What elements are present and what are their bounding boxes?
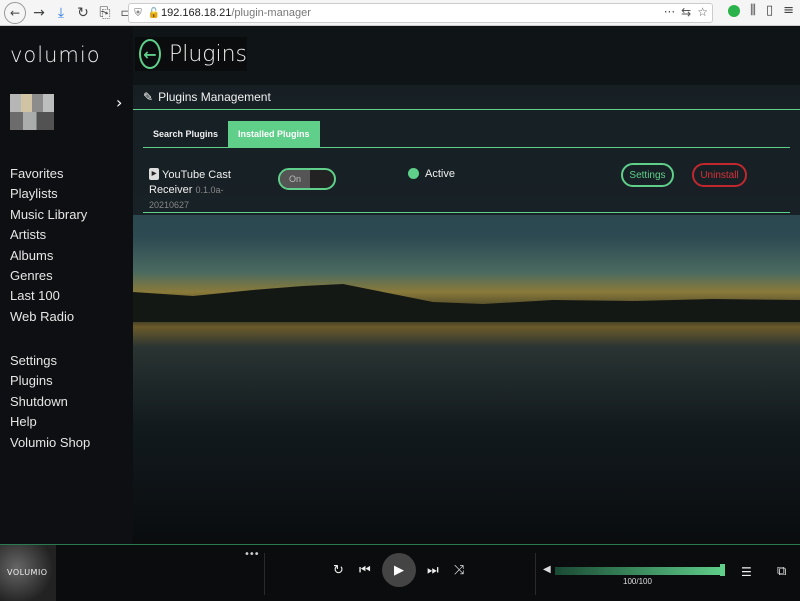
divider [133, 109, 800, 110]
main-content: ← Plugins ✎ Plugins Management Search Pl… [133, 27, 800, 544]
translate-icon[interactable]: ⇆ [681, 5, 691, 19]
sidebar-item-genres[interactable]: Genres [10, 268, 87, 288]
divider [535, 553, 536, 595]
toggle-label: On [280, 170, 310, 188]
back-arrow-icon[interactable]: ← [139, 39, 161, 69]
sidebar-item-volumio-shop[interactable]: Volumio Shop [10, 435, 90, 455]
plug-icon: ✎ [143, 90, 154, 104]
sidebar-item-plugins[interactable]: Plugins [10, 373, 90, 393]
plugin-name-block: YouTube Cast Receiver 0.1.0a-20210627 [149, 168, 259, 213]
volumio-logo[interactable]: volumio [10, 43, 101, 67]
url-path: /plugin-manager [231, 7, 311, 19]
divider [143, 147, 790, 148]
plugins-panel: ✎ Plugins Management Search Plugins Inst… [133, 85, 800, 215]
copy-icon[interactable]: ⧉ [777, 564, 786, 579]
chevron-right-icon[interactable]: › [116, 93, 122, 112]
library-icon[interactable]: ⫼ [750, 3, 756, 18]
address-bar[interactable]: ⛨ 🔓 192.168.18.21/plugin-manager ··· ⇆ ☆ [128, 3, 713, 23]
plugin-enable-toggle[interactable]: On [278, 168, 336, 190]
download-icon[interactable]: ⤓ [50, 2, 72, 24]
queue-icon[interactable]: ☰ [741, 565, 752, 579]
sidebar-toggle-icon[interactable]: ▯ [766, 3, 773, 18]
uninstall-button[interactable]: Uninstall [692, 163, 747, 187]
status-dot-icon [408, 168, 419, 179]
volume-slider-handle[interactable] [720, 564, 725, 576]
more-options-icon[interactable]: ••• [244, 549, 260, 560]
volume-label: 100/100 [623, 577, 652, 586]
tab-search-plugins[interactable]: Search Plugins [143, 121, 228, 147]
forward-icon[interactable]: → [28, 2, 50, 24]
menu-icon[interactable]: ≡ [783, 3, 794, 18]
album-art[interactable]: VOLUMIO [0, 545, 56, 601]
sidebar-item-albums[interactable]: Albums [10, 248, 87, 268]
more-icon[interactable]: ··· [664, 5, 675, 19]
play-button[interactable]: ▶ [382, 553, 416, 587]
sidebar: volumio › Favorites Playlists Music Libr… [0, 27, 133, 544]
settings-button[interactable]: Settings [621, 163, 674, 187]
reload-icon[interactable]: ↻ [72, 2, 94, 24]
shield-icon: ⛨ [134, 7, 142, 19]
sidebar-item-artists[interactable]: Artists [10, 227, 87, 247]
title-box: ← Plugins [135, 37, 247, 71]
sidebar-item-web-radio[interactable]: Web Radio [10, 309, 87, 329]
back-icon[interactable]: ← [4, 1, 26, 24]
volume-icon[interactable]: ◀ [543, 564, 551, 575]
album-logo: VOLUMIO [7, 568, 48, 577]
sidebar-item-music-library[interactable]: Music Library [10, 207, 87, 227]
volume-slider[interactable] [555, 567, 725, 575]
tab-installed-plugins[interactable]: Installed Plugins [228, 121, 320, 147]
sidebar-item-help[interactable]: Help [10, 414, 90, 434]
sidebar-item-last-100[interactable]: Last 100 [10, 288, 87, 308]
player-bar: VOLUMIO ••• ↻ ⏮ ▶ ⏭ ⤨ ◀ 100/100 ☰ ⧉ [0, 544, 800, 601]
status-text: Active [425, 168, 455, 180]
insecure-lock-icon[interactable]: 🔓 [147, 8, 161, 19]
divider [264, 553, 265, 595]
star-icon[interactable]: ☆ [697, 5, 708, 19]
page-title: Plugins [168, 41, 247, 67]
repeat-icon[interactable]: ↻ [333, 563, 344, 578]
sidebar-item-settings[interactable]: Settings [10, 353, 90, 373]
system-menu: Settings Plugins Shutdown Help Volumio S… [10, 353, 90, 455]
panel-heading: ✎ Plugins Management [143, 90, 271, 104]
page-header: ← Plugins [133, 27, 800, 85]
sidebar-item-playlists[interactable]: Playlists [10, 186, 87, 206]
tab-bar: Search Plugins Installed Plugins [143, 121, 320, 147]
previous-icon[interactable]: ⏮ [359, 563, 371, 578]
sidebar-item-shutdown[interactable]: Shutdown [10, 394, 90, 414]
background-landscape [133, 284, 800, 322]
sidebar-item-favorites[interactable]: Favorites [10, 166, 87, 186]
shuffle-icon[interactable]: ⤨ [454, 563, 464, 578]
browser-toolbar: ← → ⤓ ↻ ⎘ ▭ ⛨ 🔓 192.168.18.21/plugin-man… [0, 0, 800, 26]
extension-status-icon[interactable] [727, 4, 740, 17]
url-host: 192.168.18.21 [161, 7, 232, 19]
play-icon: ▶ [394, 562, 404, 578]
next-icon[interactable]: ⏭ [427, 563, 439, 578]
main-menu: Favorites Playlists Music Library Artist… [10, 166, 87, 329]
panel-heading-text: Plugins Management [158, 90, 271, 104]
extension-icon[interactable]: ⎘ [94, 2, 116, 24]
avatar[interactable] [10, 94, 54, 130]
divider [143, 212, 790, 213]
